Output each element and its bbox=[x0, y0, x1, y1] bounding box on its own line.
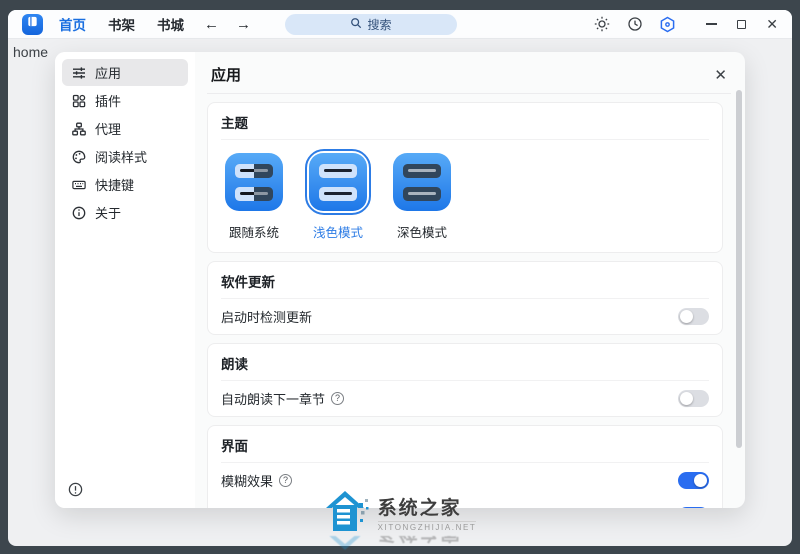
history-nav: ← → bbox=[204, 16, 251, 33]
sidebar-item-label: 插件 bbox=[95, 91, 121, 110]
theme-option-label: 深色模式 bbox=[397, 222, 447, 241]
settings-icon[interactable] bbox=[659, 16, 676, 33]
sidebar-item-app[interactable]: 应用 bbox=[62, 59, 188, 86]
toggle-check-update[interactable] bbox=[678, 308, 709, 325]
close-modal-icon[interactable]: ✕ bbox=[714, 66, 727, 84]
setting-label-wrap: 自动朗读下一章节 bbox=[221, 389, 344, 408]
theme-option-system[interactable]: 跟随系统 bbox=[218, 149, 290, 241]
keyboard-icon bbox=[71, 177, 86, 192]
nav-bookshelf[interactable]: 书架 bbox=[108, 14, 135, 34]
theme-dark-icon bbox=[393, 153, 451, 211]
settings-header: 应用 ✕ bbox=[207, 62, 731, 94]
section-title-theme: 主题 bbox=[208, 103, 722, 139]
sidebar-item-reading-style[interactable]: 阅读样式 bbox=[62, 143, 188, 170]
close-window-icon[interactable]: ✕ bbox=[766, 17, 778, 31]
sidebar-item-label: 阅读样式 bbox=[95, 147, 147, 166]
app-logo[interactable] bbox=[22, 14, 43, 35]
sliders-icon bbox=[71, 65, 86, 80]
settings-title: 应用 bbox=[211, 64, 241, 85]
theme-ring bbox=[221, 149, 287, 215]
theme-system-icon bbox=[225, 153, 283, 211]
sidebar-item-shortcuts[interactable]: 快捷键 bbox=[62, 171, 188, 198]
nav-home[interactable]: 首页 bbox=[59, 14, 86, 34]
setting-label-wrap: 模糊效果 bbox=[221, 471, 292, 490]
house-logo-icon-reflection bbox=[324, 536, 372, 552]
settings-modal: 应用 插件 代理 阅读 bbox=[55, 52, 745, 508]
main-nav: 首页 书架 书城 bbox=[59, 14, 184, 34]
setting-row-check-update: 启动时检测更新 bbox=[208, 299, 722, 334]
update-card: 软件更新 启动时检测更新 bbox=[207, 261, 723, 335]
theme-card: 主题 跟随系统 浅色模式 bbox=[207, 102, 723, 253]
minimize-icon[interactable] bbox=[706, 23, 717, 25]
history-icon[interactable] bbox=[626, 16, 643, 33]
section-title-update: 软件更新 bbox=[208, 262, 722, 298]
sidebar-item-about[interactable]: 关于 bbox=[62, 199, 188, 226]
sidebar-item-label: 关于 bbox=[95, 203, 121, 222]
theme-option-dark[interactable]: 深色模式 bbox=[386, 149, 458, 241]
theme-option-label: 跟随系统 bbox=[229, 222, 279, 241]
toolbar: 首页 书架 书城 ← → 搜索 bbox=[8, 10, 792, 39]
window-controls: ✕ bbox=[706, 17, 778, 31]
info-icon bbox=[71, 205, 86, 220]
readaloud-card: 朗读 自动朗读下一章节 bbox=[207, 343, 723, 417]
house-logo-icon bbox=[324, 489, 372, 536]
setting-row-auto-read: 自动朗读下一章节 bbox=[208, 381, 722, 416]
network-icon bbox=[71, 121, 86, 136]
theme-ring bbox=[389, 149, 455, 215]
search-input[interactable]: 搜索 bbox=[285, 14, 457, 35]
sidebar-item-proxy[interactable]: 代理 bbox=[62, 115, 188, 142]
maximize-icon[interactable] bbox=[737, 20, 746, 29]
sidebar-item-label: 应用 bbox=[95, 63, 121, 82]
home-label: home bbox=[13, 44, 48, 60]
theme-option-light[interactable]: 浅色模式 bbox=[302, 149, 374, 241]
blocks-icon bbox=[71, 93, 86, 108]
theme-light-icon bbox=[309, 153, 367, 211]
theme-option-label: 浅色模式 bbox=[313, 222, 363, 241]
scrollbar-thumb[interactable] bbox=[736, 90, 742, 448]
sidebar-item-label: 代理 bbox=[95, 119, 121, 138]
section-title-readaloud: 朗读 bbox=[208, 344, 722, 380]
settings-content: 应用 ✕ 主题 跟随系统 bbox=[195, 52, 745, 508]
sun-icon[interactable] bbox=[593, 16, 610, 33]
toggle-auto-read[interactable] bbox=[678, 390, 709, 407]
setting-label: 模糊效果 bbox=[221, 471, 273, 490]
theme-options: 跟随系统 浅色模式 深色模式 bbox=[208, 140, 722, 252]
section-title-interface: 界面 bbox=[208, 426, 722, 462]
forward-icon[interactable]: → bbox=[236, 16, 251, 33]
watermark-url: XITONGZHIJIA.NET bbox=[378, 521, 477, 532]
book-icon bbox=[26, 15, 39, 33]
help-icon[interactable] bbox=[331, 392, 344, 405]
watermark-text: 系统之家 XITONGZHIJIA.NET bbox=[378, 493, 477, 532]
nav-bookstore[interactable]: 书城 bbox=[157, 14, 184, 34]
app-window: 首页 书架 书城 ← → 搜索 bbox=[8, 10, 792, 546]
watermark: 系统之家 XITONGZHIJIA.NET 系统之家 XITONGZ bbox=[0, 489, 800, 552]
toggle-blur[interactable] bbox=[678, 472, 709, 489]
setting-label: 启动时检测更新 bbox=[221, 307, 312, 326]
theme-ring bbox=[305, 149, 371, 215]
sidebar-item-plugins[interactable]: 插件 bbox=[62, 87, 188, 114]
watermark-reflection: 系统之家 XITONGZHIJIA.NET bbox=[324, 536, 477, 552]
watermark-logo-row: 系统之家 XITONGZHIJIA.NET bbox=[324, 489, 477, 536]
watermark-title: 系统之家 bbox=[378, 493, 462, 520]
toolbar-right: ✕ bbox=[593, 16, 778, 33]
settings-sidebar: 应用 插件 代理 阅读 bbox=[55, 52, 195, 508]
back-icon[interactable]: ← bbox=[204, 16, 219, 33]
palette-icon bbox=[71, 149, 86, 164]
setting-label: 自动朗读下一章节 bbox=[221, 389, 325, 408]
screenshot-stage: 首页 书架 书城 ← → 搜索 bbox=[0, 0, 800, 554]
help-icon[interactable] bbox=[279, 474, 292, 487]
search-placeholder: 搜索 bbox=[367, 16, 391, 33]
search-icon bbox=[350, 17, 362, 32]
sidebar-item-label: 快捷键 bbox=[95, 175, 134, 194]
